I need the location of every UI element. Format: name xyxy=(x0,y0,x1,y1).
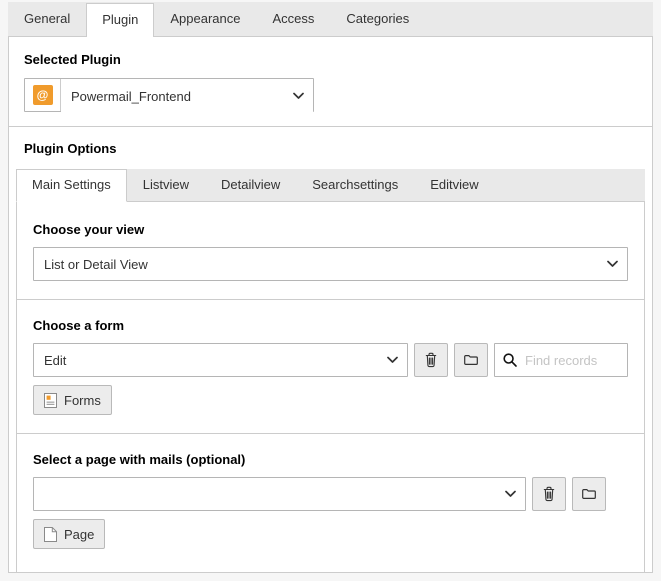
folder-icon xyxy=(581,486,597,502)
powermail-at-icon: @ xyxy=(33,85,53,105)
select-page-row xyxy=(33,477,628,511)
page-button-label: Page xyxy=(64,527,94,542)
chevron-down-icon xyxy=(387,357,398,364)
form-select-value: Edit xyxy=(44,353,381,368)
folder-icon xyxy=(463,352,479,368)
view-select-value: List or Detail View xyxy=(44,257,601,272)
search-icon xyxy=(495,352,525,368)
page-delete-button[interactable] xyxy=(532,477,566,511)
plugin-options-label: Plugin Options xyxy=(24,141,637,157)
form-browse-button[interactable] xyxy=(454,343,488,377)
choose-form-row: Edit xyxy=(33,343,628,377)
find-records-group xyxy=(494,343,628,377)
tab-appearance[interactable]: Appearance xyxy=(154,2,256,36)
choose-form-label: Choose a form xyxy=(33,318,628,334)
chevron-down-icon xyxy=(607,261,618,268)
subtab-searchsettings[interactable]: Searchsettings xyxy=(296,169,414,201)
subtab-listview[interactable]: Listview xyxy=(127,169,205,201)
selected-plugin-combo: @ Powermail_Frontend xyxy=(24,78,314,112)
main-tabbar: General Plugin Appearance Access Categor… xyxy=(8,2,653,36)
subtab-main-settings[interactable]: Main Settings xyxy=(16,169,127,202)
select-page-section: Select a page with mails (optional) xyxy=(17,433,644,567)
main-settings-content: Choose your view List or Detail View Cho… xyxy=(16,202,645,572)
choose-view-label: Choose your view xyxy=(33,222,628,238)
tab-general[interactable]: General xyxy=(8,2,86,36)
trash-icon xyxy=(541,486,557,502)
page-document-icon xyxy=(44,527,57,542)
form-select[interactable]: Edit xyxy=(33,343,408,377)
plugin-tab-panel: Selected Plugin @ Powermail_Frontend Plu… xyxy=(8,36,653,573)
section-divider xyxy=(9,126,652,127)
select-page-label: Select a page with mails (optional) xyxy=(33,452,628,468)
trash-icon xyxy=(423,352,439,368)
subtab-editview[interactable]: Editview xyxy=(414,169,494,201)
page-browse-button[interactable] xyxy=(572,477,606,511)
page: General Plugin Appearance Access Categor… xyxy=(0,0,661,573)
forms-button-label: Forms xyxy=(64,393,101,408)
forms-button[interactable]: Forms xyxy=(33,385,112,415)
form-document-icon xyxy=(44,393,57,408)
tab-access[interactable]: Access xyxy=(257,2,331,36)
form-delete-button[interactable] xyxy=(414,343,448,377)
choose-view-section: Choose your view List or Detail View xyxy=(17,202,644,299)
plugin-options-tabbar: Main Settings Listview Detailview Search… xyxy=(16,169,645,202)
page-button[interactable]: Page xyxy=(33,519,105,549)
tab-categories[interactable]: Categories xyxy=(330,2,425,36)
selected-plugin-value: Powermail_Frontend xyxy=(71,89,287,104)
selected-plugin-select[interactable]: Powermail_Frontend xyxy=(61,79,313,113)
page-select[interactable] xyxy=(33,477,526,511)
chevron-down-icon xyxy=(293,93,304,100)
subtab-detailview[interactable]: Detailview xyxy=(205,169,296,201)
choose-form-section: Choose a form Edit xyxy=(17,299,644,433)
plugin-icon-box: @ xyxy=(25,79,61,111)
selected-plugin-label: Selected Plugin xyxy=(24,52,637,68)
find-records-input[interactable] xyxy=(525,353,627,368)
view-select[interactable]: List or Detail View xyxy=(33,247,628,281)
chevron-down-icon xyxy=(505,491,516,498)
tab-plugin[interactable]: Plugin xyxy=(86,3,154,37)
